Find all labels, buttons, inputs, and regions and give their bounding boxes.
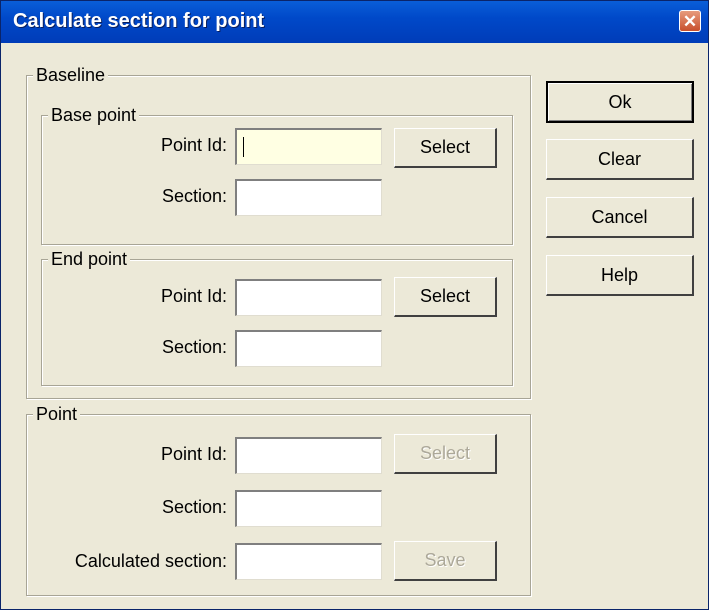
end-point-id-input[interactable] [235,279,382,316]
baseline-legend: Baseline [33,65,109,86]
end-point-section-input[interactable] [235,330,382,367]
base-point-id-label: Point Id: [160,135,227,155]
point-select-button[interactable]: Select [394,434,497,474]
base-point-section-input[interactable] [235,179,382,216]
calculated-section-label: Calculated section: [74,551,227,571]
close-icon: ✕ [682,11,698,31]
end-point-legend: End point [48,249,131,270]
end-point-id-label: Point Id: [160,286,227,306]
base-point-group: Base point [41,105,513,245]
end-point-section-label: Section: [161,337,227,357]
point-id-label: Point Id: [160,444,227,464]
help-button[interactable]: Help [546,255,694,296]
base-point-legend: Base point [48,105,140,126]
base-point-id-input[interactable] [235,128,382,165]
end-point-select-button[interactable]: Select [394,277,497,317]
point-section-input[interactable] [235,490,382,527]
dialog-window: Calculate section for point ✕ Baseline B… [0,0,709,610]
ok-button[interactable]: Ok [546,81,694,123]
base-point-select-button[interactable]: Select [394,128,497,168]
cancel-button[interactable]: Cancel [546,197,694,238]
point-id-input[interactable] [235,437,382,474]
close-button[interactable]: ✕ [679,10,701,32]
point-legend: Point [33,404,81,425]
calculated-section-input[interactable] [235,543,382,580]
window-title: Calculate section for point [13,10,265,32]
title-bar[interactable]: Calculate section for point ✕ [1,1,708,43]
base-point-section-label: Section: [161,186,227,206]
save-button[interactable]: Save [394,541,497,581]
clear-button[interactable]: Clear [546,139,694,180]
point-section-label: Section: [161,497,227,517]
